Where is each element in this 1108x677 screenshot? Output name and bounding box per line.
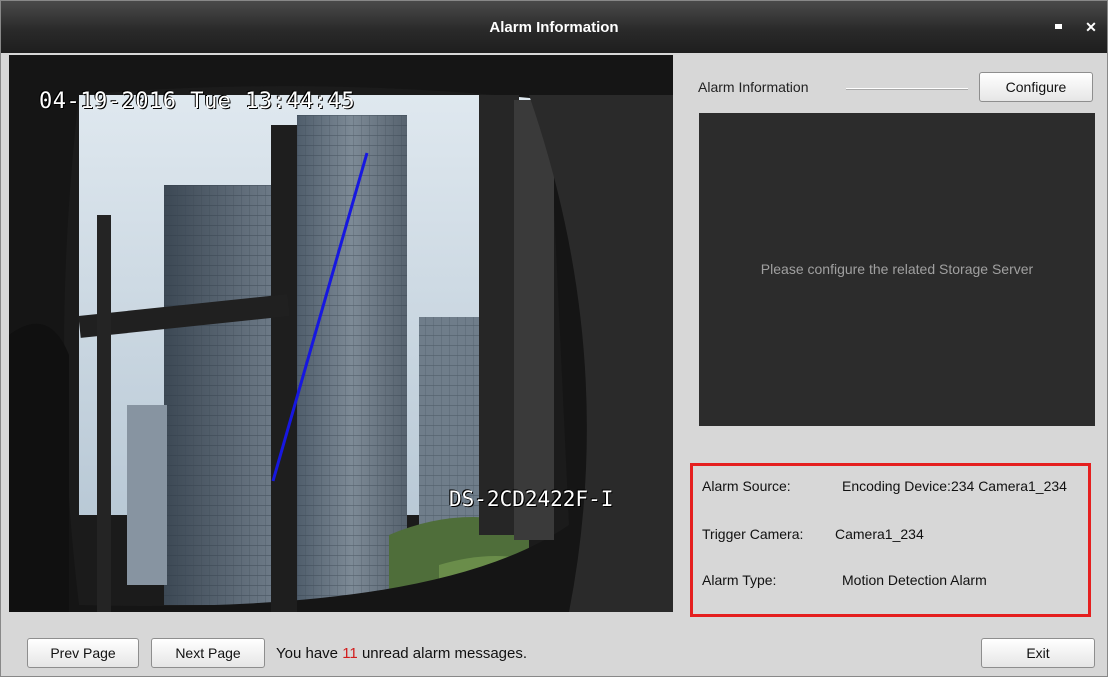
prev-page-button[interactable]: Prev Page [27, 638, 139, 668]
camera-frame-image [9, 55, 673, 612]
title-bar[interactable]: Alarm Information ✕ [1, 1, 1107, 53]
alarm-source-label: Alarm Source: [702, 478, 791, 494]
alarm-information-window: Alarm Information ✕ 04-19-2016 Tue 13:44… [0, 0, 1108, 677]
storage-server-message: Please configure the related Storage Ser… [760, 261, 1034, 277]
window-title: Alarm Information [489, 19, 619, 36]
alarm-type-label: Alarm Type: [702, 572, 777, 588]
exit-button[interactable]: Exit [981, 638, 1095, 668]
alarm-type-row: Alarm Type: Motion Detection Alarm [702, 572, 1092, 590]
device-model-overlay: DS-2CD2422F-I [449, 487, 614, 511]
alarm-information-label: Alarm Information [698, 79, 817, 95]
live-video-view[interactable]: 04-19-2016 Tue 13:44:45 DS-2CD2422F-I [9, 55, 673, 612]
section-divider [846, 88, 968, 90]
alarm-type-value: Motion Detection Alarm [842, 572, 987, 588]
unread-messages-status: You have 11 unread alarm messages. [276, 645, 527, 662]
video-timestamp: 04-19-2016 Tue 13:44:45 [39, 89, 356, 114]
trigger-camera-label: Trigger Camera: [702, 526, 804, 542]
unread-suffix: unread alarm messages. [361, 645, 528, 662]
next-page-button[interactable]: Next Page [151, 638, 265, 668]
unread-prefix: You have [276, 645, 339, 662]
unread-count: 11 [342, 645, 358, 662]
configure-button[interactable]: Configure [979, 72, 1093, 102]
trigger-camera-value: Camera1_234 [835, 526, 924, 542]
close-icon[interactable]: ✕ [1083, 19, 1099, 35]
trigger-camera-row: Trigger Camera: Camera1_234 [702, 526, 1092, 544]
maximize-icon[interactable] [1051, 19, 1067, 35]
alarm-source-value: Encoding Device:234 Camera1_234 [842, 478, 1067, 494]
alarm-source-row: Alarm Source: Encoding Device:234 Camera… [702, 478, 1092, 496]
playback-panel: Please configure the related Storage Ser… [699, 113, 1095, 426]
alarm-details-box: Alarm Source: Encoding Device:234 Camera… [690, 463, 1091, 617]
